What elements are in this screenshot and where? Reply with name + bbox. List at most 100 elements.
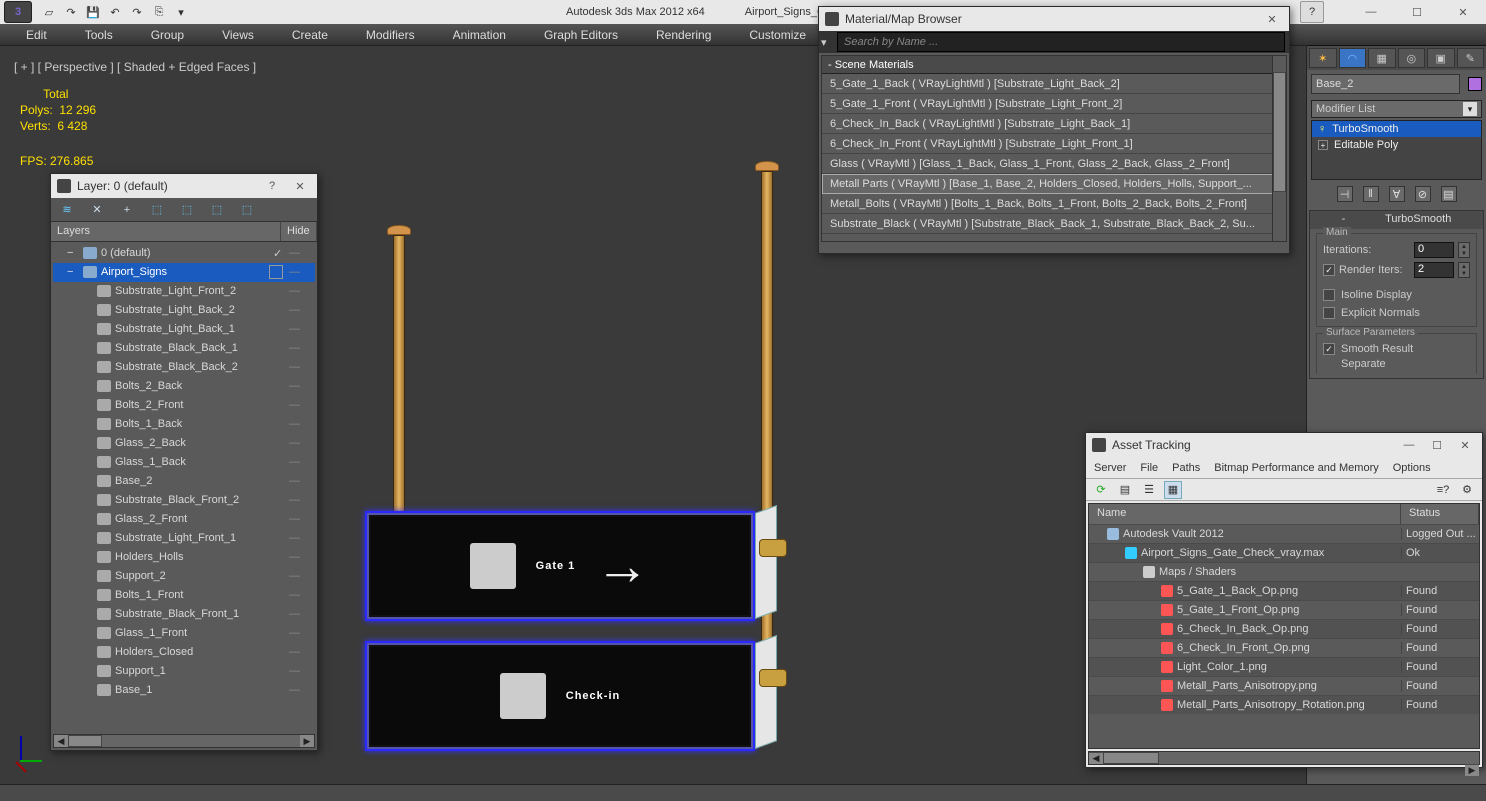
mat-close-icon[interactable]: ✕	[1261, 10, 1283, 28]
tab-modify-icon[interactable]: ◠	[1339, 48, 1367, 68]
layer-row[interactable]: Substrate_Black_Back_2—	[53, 358, 315, 377]
iterations-spinner[interactable]: ▲▼	[1458, 242, 1470, 258]
material-item[interactable]: Metall_Bolts ( VRayMtl ) [Bolts_1_Back, …	[822, 194, 1286, 214]
asset-row[interactable]: 6_Check_In_Front_Op.pngFound	[1089, 638, 1479, 657]
close-button[interactable]: ✕	[1440, 0, 1486, 24]
material-browser-window[interactable]: Material/Map Browser ✕ ▾ Search by Name …	[818, 6, 1290, 254]
isoline-check[interactable]	[1323, 289, 1335, 301]
col-hide[interactable]: Hide	[281, 222, 317, 241]
layer-row[interactable]: Substrate_Black_Front_1—	[53, 605, 315, 624]
layer-help-icon[interactable]: ?	[261, 177, 283, 195]
menu-group[interactable]: Group	[145, 26, 190, 44]
add-to-layer-icon[interactable]: +	[119, 202, 135, 218]
viewport-label[interactable]: [ + ] [ Perspective ] [ Shaded + Edged F…	[14, 60, 256, 74]
select-layer-icon[interactable]: ⬚	[149, 202, 165, 218]
object-name-input[interactable]: Base_2	[1311, 74, 1460, 94]
asset-titlebar[interactable]: Asset Tracking — ☐ ✕	[1086, 433, 1482, 457]
asset-max-icon[interactable]: ☐	[1426, 436, 1448, 454]
asset-close-icon[interactable]: ✕	[1454, 436, 1476, 454]
layer-row[interactable]: Substrate_Black_Back_1—	[53, 339, 315, 358]
layer-manager-window[interactable]: Layer: 0 (default) ? ✕ ≋ ✕ + ⬚ ⬚ ⬚ ⬚ Lay…	[50, 173, 318, 751]
layer-close-icon[interactable]: ✕	[289, 177, 311, 195]
stack-item-editpoly[interactable]: +Editable Poly	[1312, 137, 1481, 153]
delete-layer-icon[interactable]: ✕	[89, 202, 105, 218]
mat-section-header[interactable]: - Scene Materials	[822, 56, 1286, 74]
asset-row[interactable]: 6_Check_In_Back_Op.pngFound	[1089, 619, 1479, 638]
layer-row[interactable]: Bolts_1_Back—	[53, 415, 315, 434]
asset-row[interactable]: Autodesk Vault 2012Logged Out ...	[1089, 524, 1479, 543]
asset-settings-icon[interactable]: ⚙	[1458, 481, 1476, 499]
asset-menu-paths[interactable]: Paths	[1172, 462, 1200, 474]
material-item[interactable]: 5_Gate_1_Front ( VRayLightMtl ) [Substra…	[822, 94, 1286, 114]
minimize-button[interactable]: —	[1348, 0, 1394, 24]
layer-row[interactable]: Glass_2_Back—	[53, 434, 315, 453]
layer-row[interactable]: Substrate_Light_Back_2—	[53, 301, 315, 320]
layer-row[interactable]: Substrate_Light_Back_1—	[53, 320, 315, 339]
asset-tree-icon[interactable]: ☰	[1140, 481, 1158, 499]
menu-animation[interactable]: Animation	[447, 26, 512, 44]
help-button[interactable]: ?	[1300, 1, 1324, 23]
qat-new-icon[interactable]: ▱	[40, 3, 58, 21]
scroll-right-icon[interactable]: ▶	[300, 735, 314, 747]
hide-layer-icon[interactable]: ⬚	[209, 202, 225, 218]
modifier-list-dropdown[interactable]: Modifier List▾	[1311, 100, 1482, 118]
highlight-layer-icon[interactable]: ⬚	[179, 202, 195, 218]
layer-row[interactable]: Bolts_2_Front—	[53, 396, 315, 415]
layer-scrollbar-h[interactable]: ◀ ▶	[53, 734, 315, 748]
qat-redo-icon[interactable]: ↷	[128, 3, 146, 21]
configure-icon[interactable]: ▤	[1441, 186, 1457, 202]
modifier-stack[interactable]: ♀TurboSmooth +Editable Poly	[1311, 120, 1482, 180]
qat-undo-icon[interactable]: ↶	[106, 3, 124, 21]
tab-utilities-icon[interactable]: ✎	[1457, 48, 1485, 68]
asset-menu-bitmap[interactable]: Bitmap Performance and Memory	[1214, 462, 1378, 474]
menu-views[interactable]: Views	[216, 26, 260, 44]
layer-row[interactable]: Glass_2_Front—	[53, 510, 315, 529]
material-item[interactable]: Substrate_Black ( VRayMtl ) [Substrate_B…	[822, 214, 1286, 234]
mat-scrollbar-v[interactable]	[1272, 56, 1286, 241]
layer-row[interactable]: Base_1—	[53, 681, 315, 700]
material-item[interactable]: 6_Check_In_Back ( VRayLightMtl ) [Substr…	[822, 114, 1286, 134]
asset-table-icon[interactable]: ▦	[1164, 481, 1182, 499]
asset-row[interactable]: Metall_Parts_Anisotropy.pngFound	[1089, 676, 1479, 695]
freeze-layer-icon[interactable]: ⬚	[239, 202, 255, 218]
mat-options-icon[interactable]: ▾	[821, 36, 835, 49]
layer-row[interactable]: Substrate_Light_Front_2—	[53, 282, 315, 301]
layer-row[interactable]: Support_2—	[53, 567, 315, 586]
menu-create[interactable]: Create	[286, 26, 334, 44]
asset-col-name[interactable]: Name	[1089, 504, 1401, 524]
explicit-check[interactable]	[1323, 307, 1335, 319]
layer-row[interactable]: −Airport_Signs—	[53, 263, 315, 282]
asset-status-icon[interactable]: ▤	[1116, 481, 1134, 499]
layer-titlebar[interactable]: Layer: 0 (default) ? ✕	[51, 174, 317, 198]
tab-display-icon[interactable]: ▣	[1427, 48, 1455, 68]
layer-row[interactable]: Glass_1_Back—	[53, 453, 315, 472]
show-end-icon[interactable]: ‖	[1363, 186, 1379, 202]
pin-stack-icon[interactable]: ⊣	[1337, 186, 1353, 202]
scroll-left-icon[interactable]: ◀	[54, 735, 68, 747]
asset-menu-server[interactable]: Server	[1094, 462, 1126, 474]
qat-more-icon[interactable]: ▾	[172, 3, 190, 21]
layer-row[interactable]: −0 (default)✓—	[53, 244, 315, 263]
render-iters-check[interactable]: ✓	[1323, 264, 1335, 276]
layer-row[interactable]: Holders_Closed—	[53, 643, 315, 662]
render-iters-spinner[interactable]: ▲▼	[1458, 262, 1470, 278]
remove-mod-icon[interactable]: ⊘	[1415, 186, 1431, 202]
layer-row[interactable]: Holders_Holls—	[53, 548, 315, 567]
mat-search-input[interactable]: Search by Name ...	[837, 32, 1285, 52]
material-item[interactable]: 5_Gate_1_Back ( VRayLightMtl ) [Substrat…	[822, 74, 1286, 94]
mat-list[interactable]: - Scene Materials 5_Gate_1_Back ( VRayLi…	[821, 55, 1287, 242]
object-color-swatch[interactable]	[1468, 77, 1482, 91]
mat-titlebar[interactable]: Material/Map Browser ✕	[819, 7, 1289, 31]
asset-row[interactable]: Airport_Signs_Gate_Check_vray.maxOk	[1089, 543, 1479, 562]
iterations-input[interactable]: 0	[1414, 242, 1454, 258]
qat-link-icon[interactable]: ⎘	[150, 3, 168, 21]
material-item[interactable]: Glass ( VRayMtl ) [Glass_1_Back, Glass_1…	[822, 154, 1286, 174]
col-layers[interactable]: Layers	[51, 222, 281, 241]
menu-graph[interactable]: Graph Editors	[538, 26, 624, 44]
asset-row[interactable]: 5_Gate_1_Back_Op.pngFound	[1089, 581, 1479, 600]
new-layer-icon[interactable]: ≋	[59, 202, 75, 218]
asset-row[interactable]: Maps / Shaders	[1089, 562, 1479, 581]
asset-menu-file[interactable]: File	[1140, 462, 1158, 474]
material-item[interactable]: Metall Parts ( VRayMtl ) [Base_1, Base_2…	[822, 174, 1286, 194]
asset-help-icon[interactable]: ≡?	[1434, 481, 1452, 499]
